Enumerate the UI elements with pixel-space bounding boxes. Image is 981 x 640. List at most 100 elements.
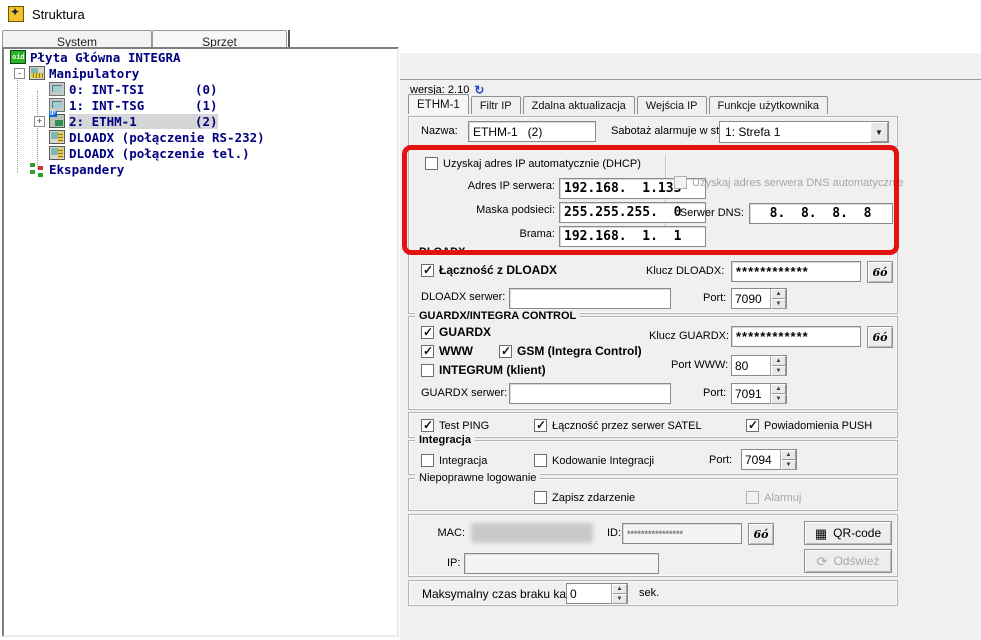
integration-port-label: Port: — [709, 454, 732, 466]
guardx-group-label: GUARDX/INTEGRA CONTROL — [415, 310, 580, 322]
reveal-guardx-key-button[interactable]: 6ó — [867, 326, 893, 348]
dloadx-port-label: Port: — [703, 292, 726, 304]
spin-up-icon[interactable]: ▲ — [771, 356, 786, 366]
spin-down-icon[interactable]: ▼ — [771, 299, 786, 309]
lan-timeout-unit: sek. — [639, 587, 659, 599]
spin-up-icon[interactable]: ▲ — [612, 584, 627, 594]
dloadx-server-input[interactable] — [509, 288, 671, 309]
dns-server-value: 8. 8. 8. 8 — [754, 206, 871, 221]
server-ip-value: 192.168. 1.133 — [564, 181, 681, 196]
test-ping-checkbox[interactable] — [421, 419, 434, 432]
dloadx-port-spinner[interactable]: 7090 ▲▼ — [731, 288, 787, 309]
integration-port-spinner[interactable]: 7094 ▲▼ — [741, 449, 797, 470]
qr-code-button[interactable]: ▦ QR-code — [804, 521, 892, 545]
guardx-key-label: Klucz GUARDX: — [649, 330, 729, 342]
guardx-key-input[interactable]: ************ — [731, 326, 861, 347]
integration-checkbox[interactable] — [421, 454, 434, 467]
tree-item-text: DLOADX (połączenie tel.) — [69, 146, 250, 161]
mac-label: MAC: — [433, 527, 465, 539]
guardx-checkbox[interactable] — [421, 326, 434, 339]
tree-item-text: Płyta Główna INTEGRA — [30, 50, 181, 65]
lan-timeout-value: 0 — [567, 584, 611, 603]
integrum-klient-checkbox[interactable] — [421, 364, 434, 377]
chevron-down-icon[interactable]: ▼ — [870, 122, 888, 142]
tab-ethm1[interactable]: ETHM-1 — [408, 94, 469, 114]
dns-server-input[interactable]: 8. 8. 8. 8 — [749, 203, 893, 224]
tree-item-1-int-tsg[interactable]: 1: INT-TSG(1) — [4, 97, 397, 113]
spin-down-icon[interactable]: ▼ — [612, 594, 627, 604]
guardx-label: GUARDX — [439, 325, 491, 339]
guardx-port-spinner[interactable]: 7091 ▲▼ — [731, 383, 787, 404]
www-checkbox[interactable] — [421, 345, 434, 358]
kdisp-icon — [49, 98, 65, 112]
integration-label: Integracja — [439, 455, 487, 467]
reveal-id-button[interactable]: 6ó — [748, 523, 774, 545]
tab-filtr-ip[interactable]: Filtr IP — [471, 96, 521, 114]
tree-item-text: 1: INT-TSG(1) — [69, 98, 218, 113]
port-www-label: Port WWW: — [671, 359, 728, 371]
dloadx-group-label: DLOADX — [415, 246, 469, 258]
keypad-icon — [29, 66, 45, 80]
name-input[interactable]: ETHM-1 (2) — [468, 121, 596, 142]
tree-item-manipulatory[interactable]: -Manipulatory — [4, 65, 397, 81]
dloadx-server-label: DLOADX serwer: — [421, 291, 505, 303]
tree-item-p-yta-g-wna-integra[interactable]: Płyta Główna INTEGRA — [4, 49, 397, 65]
lan-timeout-spinner[interactable]: 0 ▲▼ — [566, 583, 628, 604]
dloadx-key-input[interactable]: ************ — [731, 261, 861, 282]
log-event-checkbox[interactable] — [534, 491, 547, 504]
window-title: Struktura — [32, 7, 85, 22]
tree-item-dloadx-po-czenie-rs-232[interactable]: DLOADX (połączenie RS-232) — [4, 129, 397, 145]
dns-auto-checkbox[interactable] — [674, 176, 687, 189]
collapse-icon[interactable]: - — [14, 68, 25, 79]
tab-ethm1-label: ETHM-1 — [417, 99, 460, 111]
guardx-server-input[interactable] — [509, 383, 671, 404]
gateway-input[interactable]: 192.168. 1. 1 — [559, 226, 706, 247]
subnet-mask-label: Maska podsieci: — [415, 204, 555, 216]
ethm-settings-panel: wersja: 2.10 ↻ ETHM-1 Filtr IP Zdalna ak… — [400, 53, 981, 640]
tab-filtr-ip-label: Filtr IP — [480, 100, 512, 112]
integration-group: Integracja Integracja Kodowanie Integrac… — [408, 440, 898, 475]
gsm-integra-control-checkbox[interactable] — [499, 345, 512, 358]
reveal-dloadx-key-button[interactable]: 6ó — [867, 261, 893, 283]
dloadx-connection-checkbox[interactable] — [421, 264, 434, 277]
dhcp-checkbox[interactable] — [425, 157, 438, 170]
device-ip-input[interactable] — [464, 553, 659, 574]
integration-encoding-label: Kodowanie Integracji — [552, 455, 654, 467]
refresh-button[interactable]: ⟳ Odśwież — [804, 549, 892, 573]
tree-item-2-ethm-1[interactable]: +2: ETHM-1(2) — [4, 113, 397, 129]
tree-item-text: DLOADX (połączenie RS-232) — [69, 130, 265, 145]
tab-wejscia-label: Wejścia IP — [646, 100, 698, 112]
integration-encoding-checkbox[interactable] — [534, 454, 547, 467]
invalid-login-group: Niepoprawne logowanie Zapisz zdarzenie A… — [408, 478, 898, 511]
tree-item-ekspandery[interactable]: Ekspandery — [4, 161, 397, 177]
device-info-box: MAC: ID: **************** 6ó ▦ QR-code I… — [408, 514, 898, 577]
log-event-label: Zapisz zdarzenie — [552, 492, 635, 504]
tamper-zone-select[interactable]: 1: Strefa 1 ▼ — [719, 121, 889, 143]
id-input[interactable]: **************** — [622, 523, 742, 544]
dloadx-group: DLOADX Łączność z DLOADX Klucz DLOADX: *… — [408, 252, 898, 314]
tab-zdalna-aktualizacja[interactable]: Zdalna aktualizacja — [523, 96, 635, 114]
spin-down-icon[interactable]: ▼ — [781, 460, 796, 470]
spin-down-icon[interactable]: ▼ — [771, 394, 786, 404]
tree-item-dloadx-po-czenie-tel[interactable]: DLOADX (połączenie tel.) — [4, 145, 397, 161]
dloadx-icon — [49, 146, 65, 160]
test-ping-label: Test PING — [439, 420, 489, 432]
expand-icon[interactable]: + — [34, 116, 45, 127]
port-www-spinner[interactable]: 80 ▲▼ — [731, 355, 787, 376]
integrum-klient-label: INTEGRUM (klient) — [439, 363, 546, 377]
push-notifications-checkbox[interactable] — [746, 419, 759, 432]
tab-wejscia-ip[interactable]: Wejścia IP — [637, 96, 707, 114]
spin-up-icon[interactable]: ▲ — [781, 450, 796, 460]
invalid-login-group-label: Niepoprawne logowanie — [415, 472, 540, 484]
satel-server-checkbox[interactable] — [534, 419, 547, 432]
spin-down-icon[interactable]: ▼ — [771, 366, 786, 376]
tab-funkcje-uzytkownika[interactable]: Funkcje użytkownika — [709, 96, 829, 114]
panel-tab-bar: ETHM-1 Filtr IP Zdalna aktualizacja Wejś… — [408, 94, 830, 114]
push-notifications-label: Powiadomienia PUSH — [764, 420, 872, 432]
spin-up-icon[interactable]: ▲ — [771, 384, 786, 394]
alarm-checkbox[interactable] — [746, 491, 759, 504]
spin-up-icon[interactable]: ▲ — [771, 289, 786, 299]
tab-zdalna-label: Zdalna aktualizacja — [532, 100, 626, 112]
dloadx-port-value: 7090 — [732, 289, 770, 308]
tree-item-0-int-tsi[interactable]: 0: INT-TSI(0) — [4, 81, 397, 97]
